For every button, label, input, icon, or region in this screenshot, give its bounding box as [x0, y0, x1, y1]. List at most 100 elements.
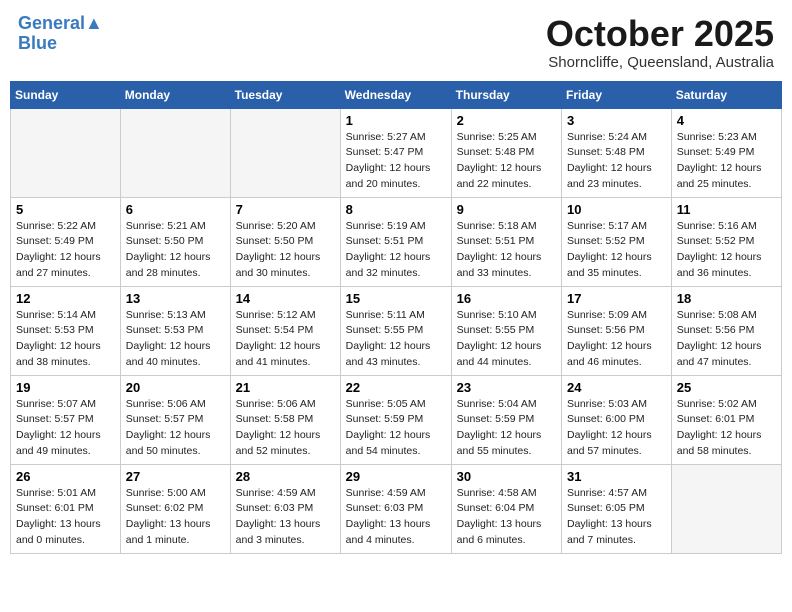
day-detail: Sunrise: 5:24 AMSunset: 5:48 PMDaylight:… — [567, 130, 666, 193]
day-detail: Sunrise: 5:23 AMSunset: 5:49 PMDaylight:… — [677, 130, 776, 193]
calendar-header-row: SundayMondayTuesdayWednesdayThursdayFrid… — [11, 81, 782, 108]
day-detail: Sunrise: 5:09 AMSunset: 5:56 PMDaylight:… — [567, 308, 666, 371]
calendar-day-16: 16 Sunrise: 5:10 AMSunset: 5:55 PMDayligh… — [451, 286, 561, 375]
day-detail: Sunrise: 5:12 AMSunset: 5:54 PMDaylight:… — [236, 308, 335, 371]
calendar-day-10: 10 Sunrise: 5:17 AMSunset: 5:52 PMDayligh… — [562, 197, 672, 286]
calendar-empty-cell — [11, 108, 121, 197]
day-detail: Sunrise: 5:16 AMSunset: 5:52 PMDaylight:… — [677, 219, 776, 282]
day-number: 30 — [457, 469, 556, 484]
day-number: 7 — [236, 202, 335, 217]
calendar-week-row: 26 Sunrise: 5:01 AMSunset: 6:01 PMDayligh… — [11, 464, 782, 553]
calendar-day-7: 7 Sunrise: 5:20 AMSunset: 5:50 PMDaylight… — [230, 197, 340, 286]
day-number: 28 — [236, 469, 335, 484]
day-detail: Sunrise: 5:06 AMSunset: 5:57 PMDaylight:… — [126, 397, 225, 460]
page-header: General▲ Blue October 2025 Shorncliffe, … — [10, 10, 782, 75]
calendar-day-21: 21 Sunrise: 5:06 AMSunset: 5:58 PMDayligh… — [230, 375, 340, 464]
calendar-day-14: 14 Sunrise: 5:12 AMSunset: 5:54 PMDayligh… — [230, 286, 340, 375]
day-detail: Sunrise: 5:18 AMSunset: 5:51 PMDaylight:… — [457, 219, 556, 282]
day-detail: Sunrise: 5:04 AMSunset: 5:59 PMDaylight:… — [457, 397, 556, 460]
day-detail: Sunrise: 5:11 AMSunset: 5:55 PMDaylight:… — [346, 308, 446, 371]
calendar-day-19: 19 Sunrise: 5:07 AMSunset: 5:57 PMDayligh… — [11, 375, 121, 464]
calendar-week-row: 12 Sunrise: 5:14 AMSunset: 5:53 PMDayligh… — [11, 286, 782, 375]
day-number: 25 — [677, 380, 776, 395]
calendar-week-row: 1 Sunrise: 5:27 AMSunset: 5:47 PMDaylight… — [11, 108, 782, 197]
calendar-day-13: 13Sunrise: 5:13 AMSunset: 5:53 PMDayligh… — [120, 286, 230, 375]
day-number: 9 — [457, 202, 556, 217]
day-number: 4 — [677, 113, 776, 128]
day-detail: Sunrise: 5:00 AMSunset: 6:02 PMDaylight:… — [126, 486, 225, 549]
day-number: 20 — [126, 380, 225, 395]
month-title: October 2025 — [546, 14, 774, 54]
day-detail: Sunrise: 5:20 AMSunset: 5:50 PMDaylight:… — [236, 219, 335, 282]
calendar-day-17: 17 Sunrise: 5:09 AMSunset: 5:56 PMDayligh… — [562, 286, 672, 375]
calendar-day-6: 6 Sunrise: 5:21 AMSunset: 5:50 PMDaylight… — [120, 197, 230, 286]
day-detail: Sunrise: 5:17 AMSunset: 5:52 PMDaylight:… — [567, 219, 666, 282]
calendar-week-row: 19 Sunrise: 5:07 AMSunset: 5:57 PMDayligh… — [11, 375, 782, 464]
calendar-day-24: 24 Sunrise: 5:03 AMSunset: 6:00 PMDayligh… — [562, 375, 672, 464]
day-number: 26 — [16, 469, 115, 484]
day-number: 8 — [346, 202, 446, 217]
calendar-week-row: 5 Sunrise: 5:22 AMSunset: 5:49 PMDaylight… — [11, 197, 782, 286]
day-number: 18 — [677, 291, 776, 306]
logo: General▲ Blue — [18, 14, 103, 54]
day-detail: Sunrise: 5:06 AMSunset: 5:58 PMDaylight:… — [236, 397, 335, 460]
day-detail: Sunrise: 5:01 AMSunset: 6:01 PMDaylight:… — [16, 486, 115, 549]
day-number: 12 — [16, 291, 115, 306]
calendar-day-30: 30 Sunrise: 4:58 AMSunset: 6:04 PMDayligh… — [451, 464, 561, 553]
day-detail: Sunrise: 5:08 AMSunset: 5:56 PMDaylight:… — [677, 308, 776, 371]
day-number: 17 — [567, 291, 666, 306]
day-number: 13 — [126, 291, 225, 306]
day-number: 2 — [457, 113, 556, 128]
day-detail: Sunrise: 5:10 AMSunset: 5:55 PMDaylight:… — [457, 308, 556, 371]
calendar-day-25: 25 Sunrise: 5:02 AMSunset: 6:01 PMDayligh… — [671, 375, 781, 464]
day-detail: Sunrise: 5:02 AMSunset: 6:01 PMDaylight:… — [677, 397, 776, 460]
day-number: 14 — [236, 291, 335, 306]
day-number: 31 — [567, 469, 666, 484]
day-detail: Sunrise: 5:21 AMSunset: 5:50 PMDaylight:… — [126, 219, 225, 282]
location: Shorncliffe, Queensland, Australia — [546, 54, 774, 71]
calendar-day-23: 23 Sunrise: 5:04 AMSunset: 5:59 PMDayligh… — [451, 375, 561, 464]
day-number: 15 — [346, 291, 446, 306]
day-number: 27 — [126, 469, 225, 484]
calendar-day-3: 3Sunrise: 5:24 AMSunset: 5:48 PMDaylight… — [562, 108, 672, 197]
day-detail: Sunrise: 5:03 AMSunset: 6:00 PMDaylight:… — [567, 397, 666, 460]
day-number: 24 — [567, 380, 666, 395]
day-detail: Sunrise: 4:58 AMSunset: 6:04 PMDaylight:… — [457, 486, 556, 549]
calendar-day-12: 12 Sunrise: 5:14 AMSunset: 5:53 PMDayligh… — [11, 286, 121, 375]
calendar-day-18: 18 Sunrise: 5:08 AMSunset: 5:56 PMDayligh… — [671, 286, 781, 375]
column-header-friday: Friday — [562, 81, 672, 108]
day-detail: Sunrise: 4:59 AMSunset: 6:03 PMDaylight:… — [346, 486, 446, 549]
calendar-day-2: 2Sunrise: 5:25 AMSunset: 5:48 PMDaylight… — [451, 108, 561, 197]
column-header-saturday: Saturday — [671, 81, 781, 108]
day-number: 16 — [457, 291, 556, 306]
logo-line2: Blue — [18, 34, 103, 54]
day-number: 10 — [567, 202, 666, 217]
calendar-day-26: 26 Sunrise: 5:01 AMSunset: 6:01 PMDayligh… — [11, 464, 121, 553]
calendar-day-15: 15 Sunrise: 5:11 AMSunset: 5:55 PMDayligh… — [340, 286, 451, 375]
calendar-day-1: 1 Sunrise: 5:27 AMSunset: 5:47 PMDaylight… — [340, 108, 451, 197]
day-number: 21 — [236, 380, 335, 395]
day-detail: Sunrise: 5:27 AMSunset: 5:47 PMDaylight:… — [346, 130, 446, 193]
column-header-thursday: Thursday — [451, 81, 561, 108]
day-number: 11 — [677, 202, 776, 217]
calendar-day-27: 27 Sunrise: 5:00 AMSunset: 6:02 PMDayligh… — [120, 464, 230, 553]
calendar-empty-cell — [671, 464, 781, 553]
day-number: 23 — [457, 380, 556, 395]
column-header-wednesday: Wednesday — [340, 81, 451, 108]
calendar-empty-cell — [120, 108, 230, 197]
day-detail: Sunrise: 5:14 AMSunset: 5:53 PMDaylight:… — [16, 308, 115, 371]
day-number: 5 — [16, 202, 115, 217]
day-detail: Sunrise: 5:22 AMSunset: 5:49 PMDaylight:… — [16, 219, 115, 282]
calendar-table: SundayMondayTuesdayWednesdayThursdayFrid… — [10, 81, 782, 554]
day-number: 29 — [346, 469, 446, 484]
day-detail: Sunrise: 5:07 AMSunset: 5:57 PMDaylight:… — [16, 397, 115, 460]
column-header-tuesday: Tuesday — [230, 81, 340, 108]
day-number: 1 — [346, 113, 446, 128]
day-number: 19 — [16, 380, 115, 395]
day-number: 6 — [126, 202, 225, 217]
title-area: October 2025 Shorncliffe, Queensland, Au… — [546, 14, 774, 71]
calendar-day-20: 20 Sunrise: 5:06 AMSunset: 5:57 PMDayligh… — [120, 375, 230, 464]
calendar-day-4: 4 Sunrise: 5:23 AMSunset: 5:49 PMDaylight… — [671, 108, 781, 197]
calendar-day-29: 29 Sunrise: 4:59 AMSunset: 6:03 PMDayligh… — [340, 464, 451, 553]
calendar-day-31: 31Sunrise: 4:57 AMSunset: 6:05 PMDayligh… — [562, 464, 672, 553]
